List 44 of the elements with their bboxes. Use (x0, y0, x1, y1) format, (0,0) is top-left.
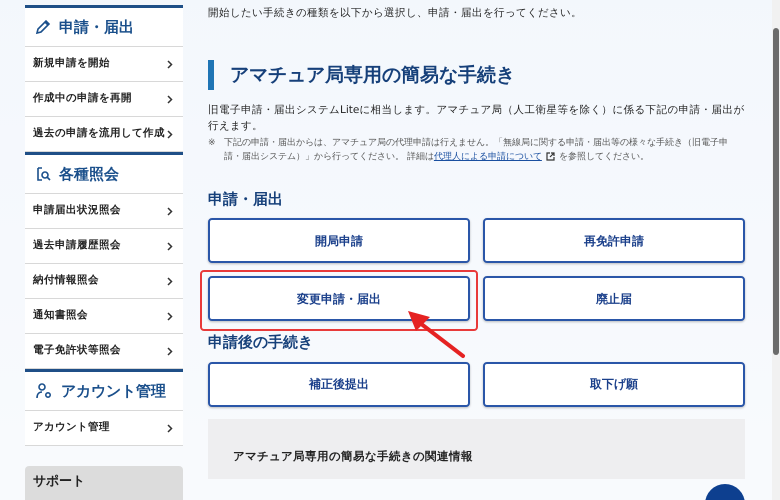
chevron-right-icon (167, 206, 173, 216)
procedure-button[interactable]: 再免許申請 (483, 218, 745, 264)
note-mark: ※ (208, 136, 217, 150)
chevron-right-icon (167, 424, 173, 432)
chevron-right-icon (167, 94, 173, 104)
note-text: 下記の申請・届出からは、アマチュア局の代理申請は行えません。「無線局に関する申請・届出等の様々な手続き（旧電子申請・届出システム）」から行ってください。 詳細は代理人による申請について を参照してください。 (224, 136, 729, 164)
procedure-button[interactable]: 補正後提出 (208, 362, 470, 407)
sidebar-link[interactable]: 納付情報照会 (25, 264, 183, 299)
description-text: 旧電子申請・届出システムLiteに相当します。アマチュア局（人工衛星等を除く）に係る下記の申請・届出が行えます。 (208, 102, 745, 134)
scrollbar-thumb[interactable] (773, 28, 779, 355)
heading-bar (208, 60, 214, 90)
section-title: 各種照会 (59, 164, 119, 185)
procedure-button[interactable]: 開局申請 (208, 218, 470, 264)
pencil-icon (35, 19, 51, 35)
sidebar-link[interactable]: 電子免許状等照会 (25, 334, 183, 369)
sidebar-link[interactable]: 新規申請を開始 (25, 47, 183, 82)
chevron-right-icon (167, 60, 173, 68)
chevron-right-icon (167, 242, 173, 250)
procedure-button[interactable]: 変更申請・届出 (208, 276, 470, 322)
sidebar-link[interactable]: 過去の申請を流用して作成 (25, 117, 183, 152)
sidebar-link[interactable]: 申請届出状況照会 (25, 194, 183, 229)
agent-link[interactable]: 代理人による申請について (434, 152, 542, 162)
user-gear-icon (35, 382, 53, 400)
sidebar-link[interactable]: アカウント管理 (25, 411, 183, 446)
sidebar-link[interactable]: 過去申請履歴照会 (25, 229, 183, 264)
procedure-button[interactable]: 廃止届 (483, 276, 745, 322)
support-title: サポート (33, 474, 85, 489)
procedure-button[interactable]: 取下げ願 (483, 362, 745, 407)
sidebar-link[interactable]: 作成中の申請を再開 (25, 82, 183, 117)
chevron-right-icon (167, 276, 173, 286)
sidebar-link[interactable]: 通知書照会 (25, 299, 183, 334)
section-title: 申請・届出 (59, 16, 134, 38)
section-heading: 申請・届出 (208, 188, 284, 210)
chevron-right-icon (167, 130, 173, 138)
document-search-icon (35, 166, 51, 182)
page-heading: アマチュア局専用の簡易な手続き (230, 62, 515, 88)
related-info-title: アマチュア局専用の簡易な手続きの関連情報 (233, 448, 473, 463)
chevron-right-icon (167, 312, 173, 320)
annotation-arrow (406, 309, 466, 360)
chevron-right-icon (167, 346, 173, 356)
external-link-icon (546, 152, 555, 161)
intro-text: 開始したい手続きの種類を以下から選択し、申請・届出を行ってください。 (208, 6, 583, 21)
section-heading: 申請後の手続き (208, 332, 314, 354)
section-title: アカウント管理 (61, 380, 166, 402)
